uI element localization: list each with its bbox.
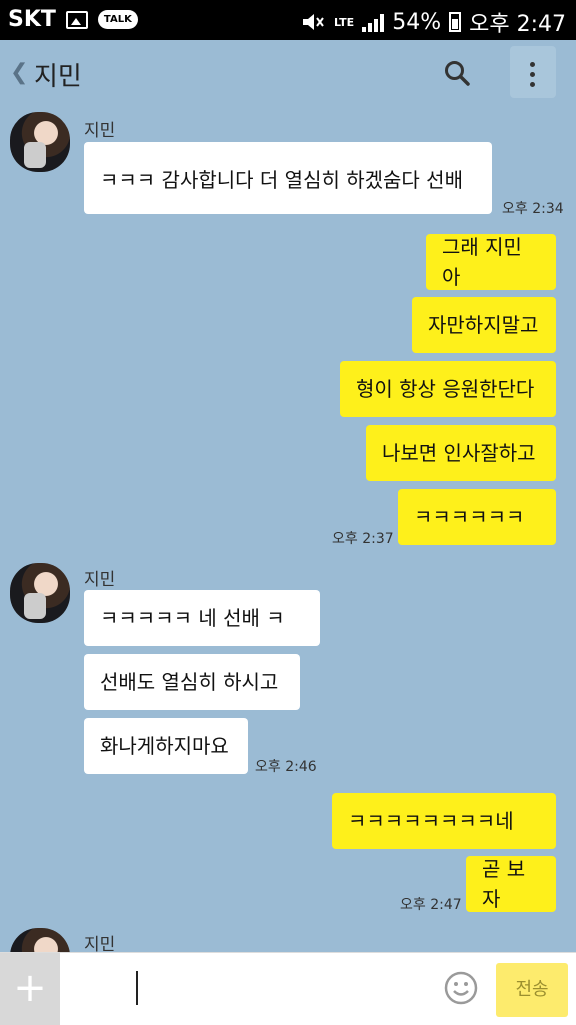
network-type: LTE bbox=[333, 15, 355, 29]
incoming-message[interactable]: ㅋㅋㅋㅋㅋ 네 선배 ㅋ bbox=[84, 590, 320, 646]
chat-header: ❮ 지민 bbox=[0, 40, 576, 114]
outgoing-message[interactable]: 나보면 인사잘하고 bbox=[366, 425, 556, 481]
send-button[interactable]: 전송 bbox=[496, 963, 568, 1017]
message-time: 오후 2:34 bbox=[502, 201, 564, 217]
incoming-message[interactable]: 화나게하지마요 bbox=[84, 718, 248, 774]
avatar[interactable] bbox=[10, 112, 70, 172]
image-notification-icon bbox=[65, 10, 88, 29]
status-bar: SKT TALK LTE 54% 오후 2:47 bbox=[0, 0, 576, 40]
battery-icon bbox=[449, 12, 462, 32]
outgoing-message[interactable]: 그래 지민아 bbox=[426, 234, 556, 290]
mute-icon bbox=[302, 14, 324, 30]
text-cursor bbox=[136, 971, 138, 1005]
message-input[interactable] bbox=[62, 953, 432, 1025]
talk-notification-icon: TALK bbox=[97, 10, 138, 29]
carrier-label: SKT bbox=[8, 7, 56, 32]
sender-name: 지민 bbox=[84, 570, 116, 590]
outgoing-message[interactable]: 자만하지말고 bbox=[412, 297, 556, 353]
emoji-icon[interactable] bbox=[444, 971, 478, 1005]
message-time: 오후 2:47 bbox=[400, 897, 462, 913]
search-icon[interactable] bbox=[444, 60, 470, 86]
outgoing-message[interactable]: 곧 보자 bbox=[466, 856, 556, 912]
input-bar: + 전송 bbox=[0, 952, 576, 1025]
signal-icon bbox=[362, 12, 385, 32]
chat-title: 지민 bbox=[34, 62, 82, 92]
clock: 오후 2:47 bbox=[469, 12, 566, 37]
message-time: 오후 2:37 bbox=[332, 531, 394, 547]
outgoing-message[interactable]: ㅋㅋㅋㅋㅋㅋ bbox=[398, 489, 556, 545]
outgoing-message[interactable]: 형이 항상 응원한단다 bbox=[340, 361, 556, 417]
incoming-message[interactable]: 선배도 열심히 하시고 bbox=[84, 654, 300, 710]
outgoing-message[interactable]: ㅋㅋㅋㅋㅋㅋㅋㅋ네 bbox=[332, 793, 556, 849]
battery-percent: 54% bbox=[392, 9, 442, 35]
status-bar-right: LTE 54% 오후 2:47 bbox=[300, 6, 566, 38]
sender-name: 지민 bbox=[84, 121, 116, 141]
menu-icon[interactable] bbox=[530, 62, 536, 92]
plus-icon[interactable]: + bbox=[0, 953, 60, 1025]
message-time: 오후 2:46 bbox=[255, 759, 317, 775]
incoming-message[interactable]: ㅋㅋㅋ 감사합니다 더 열심히 하겠숨다 선배 bbox=[84, 142, 492, 214]
back-arrow-icon[interactable]: ❮ bbox=[10, 60, 28, 85]
status-bar-left: SKT TALK bbox=[8, 7, 138, 32]
avatar[interactable] bbox=[10, 563, 70, 623]
